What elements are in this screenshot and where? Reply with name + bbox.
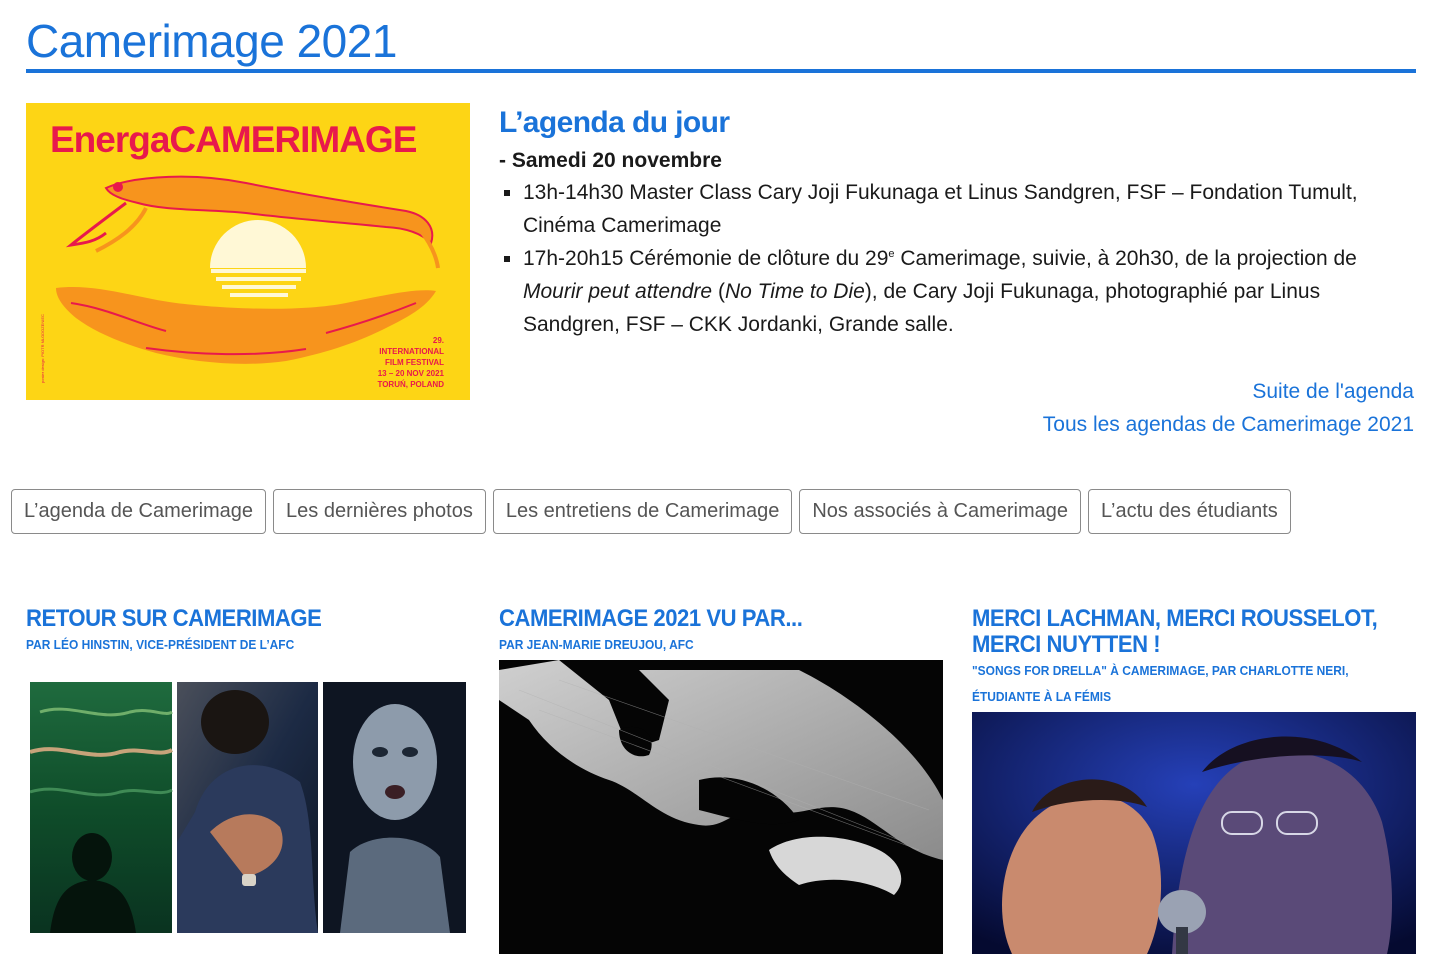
shadow-image bbox=[499, 660, 943, 895]
article-byline: PAR LÉO HINSTIN, VICE-PRÉSIDENT DE L’AFC bbox=[26, 637, 295, 652]
all-agendas-link[interactable]: Tous les agendas de Camerimage 2021 bbox=[1043, 413, 1414, 437]
agenda-item: 17h-20h15 Cérémonie de clôture du 29e Ca… bbox=[499, 242, 1414, 341]
article-image[interactable] bbox=[972, 712, 1416, 954]
tab-agenda[interactable]: L’agenda de Camerimage bbox=[11, 489, 267, 534]
agenda-heading: L’agenda du jour bbox=[499, 106, 730, 139]
article-title[interactable]: MERCI LACHMAN, MERCI ROUSSELOT, bbox=[972, 606, 1381, 632]
bullet-icon bbox=[504, 190, 510, 196]
section-tabs: L’agenda de Camerimage Les dernières pho… bbox=[11, 489, 1291, 534]
agenda-date: - Samedi 20 novembre bbox=[499, 149, 722, 172]
tab-interviews[interactable]: Les entretiens de Camerimage bbox=[492, 489, 793, 534]
article-card[interactable]: RETOUR SUR CAMERIMAGE PAR LÉO HINSTIN, V… bbox=[26, 606, 471, 658]
tab-photos[interactable]: Les dernières photos bbox=[273, 489, 486, 534]
article-title[interactable]: CAMERIMAGE 2021 VU PAR... bbox=[499, 606, 908, 632]
article-byline: PAR JEAN-MARIE DREUJOU, AFC bbox=[499, 637, 694, 652]
page-title: Camerimage 2021 bbox=[26, 15, 397, 67]
tab-students[interactable]: L’actu des étudiants bbox=[1087, 489, 1291, 534]
tab-associates[interactable]: Nos associés à Camerimage bbox=[799, 489, 1081, 534]
agenda-item: 13h-14h30 Master Class Cary Joji Fukunag… bbox=[499, 176, 1414, 242]
festival-poster[interactable]: EnergaCAMERIMAGE 29. INTERNATIONAL FILM … bbox=[26, 103, 470, 400]
agenda-list: 13h-14h30 Master Class Cary Joji Fukunag… bbox=[499, 176, 1414, 341]
poster-logo: EnergaCAMERIMAGE bbox=[50, 119, 417, 160]
bullet-icon bbox=[504, 256, 510, 262]
article-card[interactable]: MERCI LACHMAN, MERCI ROUSSELOT, MERCI NU… bbox=[972, 606, 1417, 710]
poster-credit: poster design: PIOTR MLODOZENIEC bbox=[40, 314, 45, 383]
article-image[interactable] bbox=[499, 660, 943, 954]
article-byline: "SONGS FOR DRELLA" À CAMERIMAGE, PAR CHA… bbox=[972, 663, 1349, 678]
triptych-image bbox=[30, 682, 466, 933]
agenda-more-link[interactable]: Suite de l'agenda bbox=[1252, 380, 1414, 404]
concert-image bbox=[972, 712, 1416, 954]
film-title-fr: Mourir peut attendre bbox=[523, 280, 713, 303]
article-title[interactable]: MERCI NUYTTEN ! bbox=[972, 632, 1381, 658]
title-divider bbox=[26, 69, 1416, 73]
film-title-en: No Time to Die bbox=[724, 280, 865, 303]
poster-festival-info: 29. INTERNATIONAL FILM FESTIVAL 13 – 20 … bbox=[377, 336, 444, 389]
article-title[interactable]: RETOUR SUR CAMERIMAGE bbox=[26, 606, 435, 632]
article-image[interactable] bbox=[30, 682, 466, 933]
article-byline: ÉTUDIANTE À LA FÉMIS bbox=[972, 689, 1112, 704]
article-card[interactable]: CAMERIMAGE 2021 VU PAR... PAR JEAN-MARIE… bbox=[499, 606, 944, 658]
